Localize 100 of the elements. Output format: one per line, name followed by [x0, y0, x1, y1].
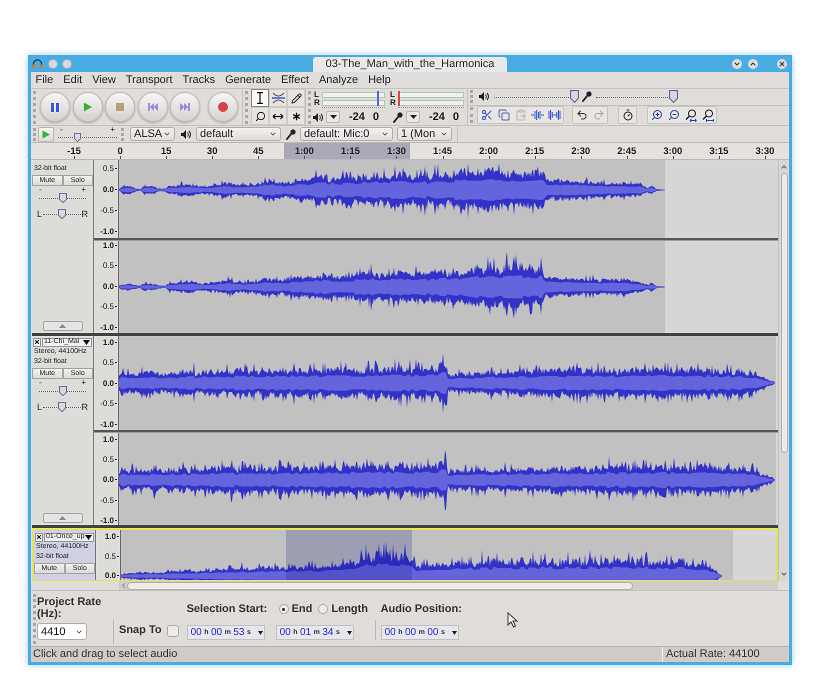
i-beam-icon [256, 92, 264, 104]
menu-item[interactable]: Edit [58, 72, 87, 88]
menu-item[interactable]: Effect [276, 72, 314, 88]
redo-icon [592, 109, 604, 122]
scrollbar-thumb[interactable] [127, 582, 633, 590]
maximize-button[interactable] [748, 58, 758, 68]
project-rate-dropdown[interactable]: 4410 [37, 623, 87, 640]
close-button[interactable] [777, 58, 787, 68]
amplitude-label: -1.0 [100, 420, 114, 428]
microphone-icon [393, 112, 403, 122]
selection-tool-button[interactable] [251, 89, 269, 107]
audio-host-dropdown[interactable]: ALSA [130, 127, 175, 141]
toolbar-grip[interactable] [470, 107, 473, 124]
stop-button[interactable] [105, 92, 135, 122]
envelope-tool-button[interactable] [269, 89, 287, 107]
pause-button[interactable] [40, 92, 70, 122]
gain-slider[interactable] [39, 386, 86, 396]
slider-max-label: + [81, 379, 86, 386]
horizontal-scrollbar[interactable] [119, 581, 778, 590]
vertical-scrollbar[interactable] [778, 160, 789, 581]
draw-tool-button[interactable] [287, 89, 305, 107]
menu-item[interactable]: Transport [121, 72, 178, 88]
toolbar-grip[interactable] [470, 90, 473, 104]
slider-thumb[interactable] [58, 209, 66, 219]
arrow-left-icon [120, 582, 127, 589]
stopwatch-icon [622, 109, 634, 122]
recording-volume-slider[interactable] [596, 90, 678, 104]
timeline-ruler[interactable]: -15 0 15 30 45 1:00 1:15 1:30 1:45 2:00 2:15 2:30 2:45 3:00 3:15 3:30 [31, 142, 789, 160]
channel-label: L [390, 91, 396, 99]
pan-slider[interactable] [43, 402, 80, 412]
amplitude-label: 0.5 [102, 261, 114, 270]
menu-item[interactable]: File [31, 72, 58, 88]
menu-item[interactable]: Analyze [314, 72, 363, 88]
toolbar-grip[interactable] [308, 90, 311, 124]
speaker-icon [181, 130, 191, 138]
microphone-icon [582, 91, 592, 102]
radio-button[interactable] [318, 604, 328, 614]
record-icon [218, 102, 228, 112]
triangle-up-icon [59, 324, 66, 328]
skip-to-start-button[interactable] [138, 92, 168, 122]
toolbar-grip[interactable] [245, 90, 248, 124]
menu-item[interactable]: View [88, 72, 120, 88]
radio-label: End [292, 602, 312, 616]
menu-item[interactable]: Help [364, 72, 396, 88]
triangle-down-icon [83, 340, 90, 344]
recording-channels-dropdown[interactable]: 1 (Mon [397, 127, 452, 141]
slider-thumb[interactable] [570, 90, 579, 104]
playback-volume-slider[interactable] [494, 90, 579, 104]
slider-thumb[interactable] [669, 90, 678, 104]
close-track-button[interactable] [33, 338, 41, 346]
speaker-icon [479, 92, 489, 102]
collapse-button[interactable] [42, 321, 82, 331]
amplitude-label: -0.5 [100, 399, 114, 408]
time-shift-tool-button[interactable] [269, 107, 287, 125]
skip-forward-icon [180, 103, 190, 111]
play-button[interactable] [72, 92, 102, 122]
close-track-button[interactable] [35, 532, 43, 542]
status-message: Click and drag to select audio [32, 647, 178, 662]
zoom-tool-button[interactable] [251, 107, 269, 125]
pan-slider[interactable] [43, 209, 80, 219]
toolbar-grip[interactable] [33, 90, 36, 124]
slider-thumb[interactable] [58, 386, 66, 396]
radio-button[interactable] [278, 604, 289, 614]
silence-icon [548, 110, 561, 120]
channel-label: L [314, 91, 320, 99]
recording-device-dropdown[interactable]: default: Mic:0 [300, 127, 393, 141]
triangle-down-icon [85, 534, 92, 540]
menu-item[interactable]: Tracks [178, 72, 220, 88]
slider-thumb[interactable] [74, 132, 81, 142]
clipboard-icon [514, 109, 526, 122]
gain-slider[interactable] [39, 193, 86, 203]
collapse-button[interactable] [42, 513, 82, 523]
triangle-down-icon [330, 115, 336, 119]
scissors-icon [480, 109, 492, 122]
arrow-up-icon [780, 163, 788, 171]
playback-device-dropdown[interactable]: default [196, 127, 281, 141]
slider-min-label: L [37, 209, 42, 219]
chevron-up-icon [749, 60, 757, 68]
skip-to-end-button[interactable] [170, 92, 200, 122]
channel-label: R [314, 99, 321, 107]
play-icon [83, 102, 92, 112]
snap-to-label: Snap To [119, 624, 162, 637]
audio-position-label: Audio Position: [380, 602, 462, 616]
meter-options-button[interactable] [326, 111, 340, 123]
amplitude-label: 0.0 [102, 184, 114, 194]
checkbox[interactable] [166, 624, 179, 636]
multi-tool-button[interactable] [287, 107, 305, 125]
minimize-button[interactable] [732, 58, 742, 68]
record-button[interactable] [208, 92, 238, 122]
slider-max-label: + [81, 186, 86, 193]
play-at-speed-button[interactable] [38, 126, 54, 142]
slider-thumb[interactable] [58, 402, 66, 412]
amplitude-label: -0.5 [100, 496, 114, 505]
menu-item[interactable]: Generate [220, 72, 276, 88]
scrollbar-thumb[interactable] [780, 173, 788, 453]
meter-options-button[interactable] [406, 111, 420, 123]
playback-speed-slider[interactable] [58, 132, 117, 142]
slider-thumb[interactable] [58, 193, 66, 203]
close-icon [34, 339, 40, 345]
triangle-up-icon [59, 516, 66, 520]
